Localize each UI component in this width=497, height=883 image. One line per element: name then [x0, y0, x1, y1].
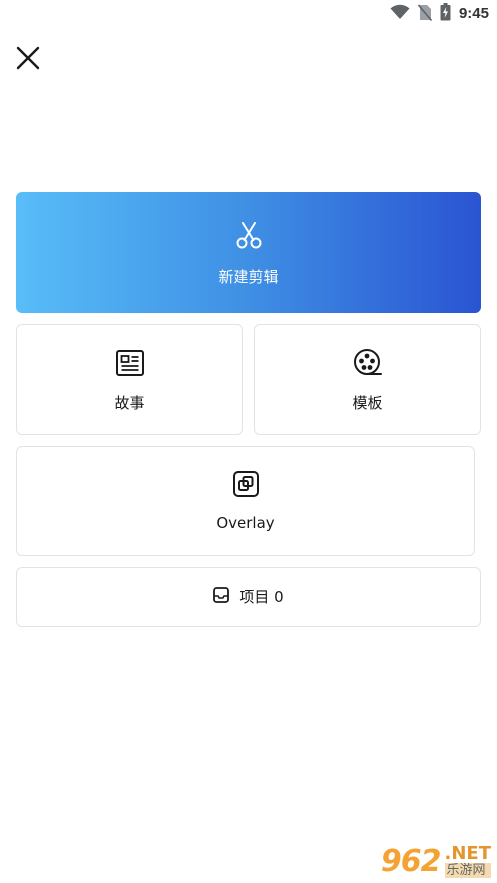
- status-icons: 9:45: [390, 3, 489, 25]
- battery-charging-icon: [440, 3, 451, 25]
- overlay-label: Overlay: [216, 514, 275, 532]
- overlay-button[interactable]: Overlay: [16, 446, 475, 556]
- close-icon: [15, 45, 41, 75]
- status-time: 9:45: [458, 5, 489, 22]
- scissors-icon: [234, 220, 264, 254]
- app-screen: 9:45 新建剪辑 故事 模板 Overlay 项目 0 962 .NET 乐游…: [0, 0, 497, 883]
- template-label: 模板: [352, 393, 383, 412]
- watermark-logo: 962 .NET 乐游网: [381, 844, 491, 879]
- new-edit-label: 新建剪辑: [218, 267, 279, 286]
- new-edit-button[interactable]: 新建剪辑: [16, 192, 481, 313]
- template-button[interactable]: 模板: [254, 324, 481, 435]
- status-bar: 9:45: [0, 0, 497, 28]
- story-button[interactable]: 故事: [16, 324, 243, 435]
- no-sim-icon: [417, 3, 433, 25]
- wifi-icon: [390, 4, 410, 24]
- close-button[interactable]: [12, 44, 44, 76]
- inbox-icon: [213, 587, 230, 607]
- watermark-net: .NET: [444, 843, 491, 864]
- projects-label: 项目 0: [239, 588, 284, 606]
- watermark-right: .NET 乐游网: [444, 843, 491, 878]
- watermark-number: 962: [380, 844, 442, 879]
- newspaper-icon: [115, 348, 145, 382]
- watermark-sub: 乐游网: [444, 863, 491, 878]
- projects-button[interactable]: 项目 0: [16, 567, 481, 627]
- story-label: 故事: [114, 393, 145, 412]
- film-reel-icon: [353, 348, 383, 382]
- overlay-icon: [232, 470, 260, 502]
